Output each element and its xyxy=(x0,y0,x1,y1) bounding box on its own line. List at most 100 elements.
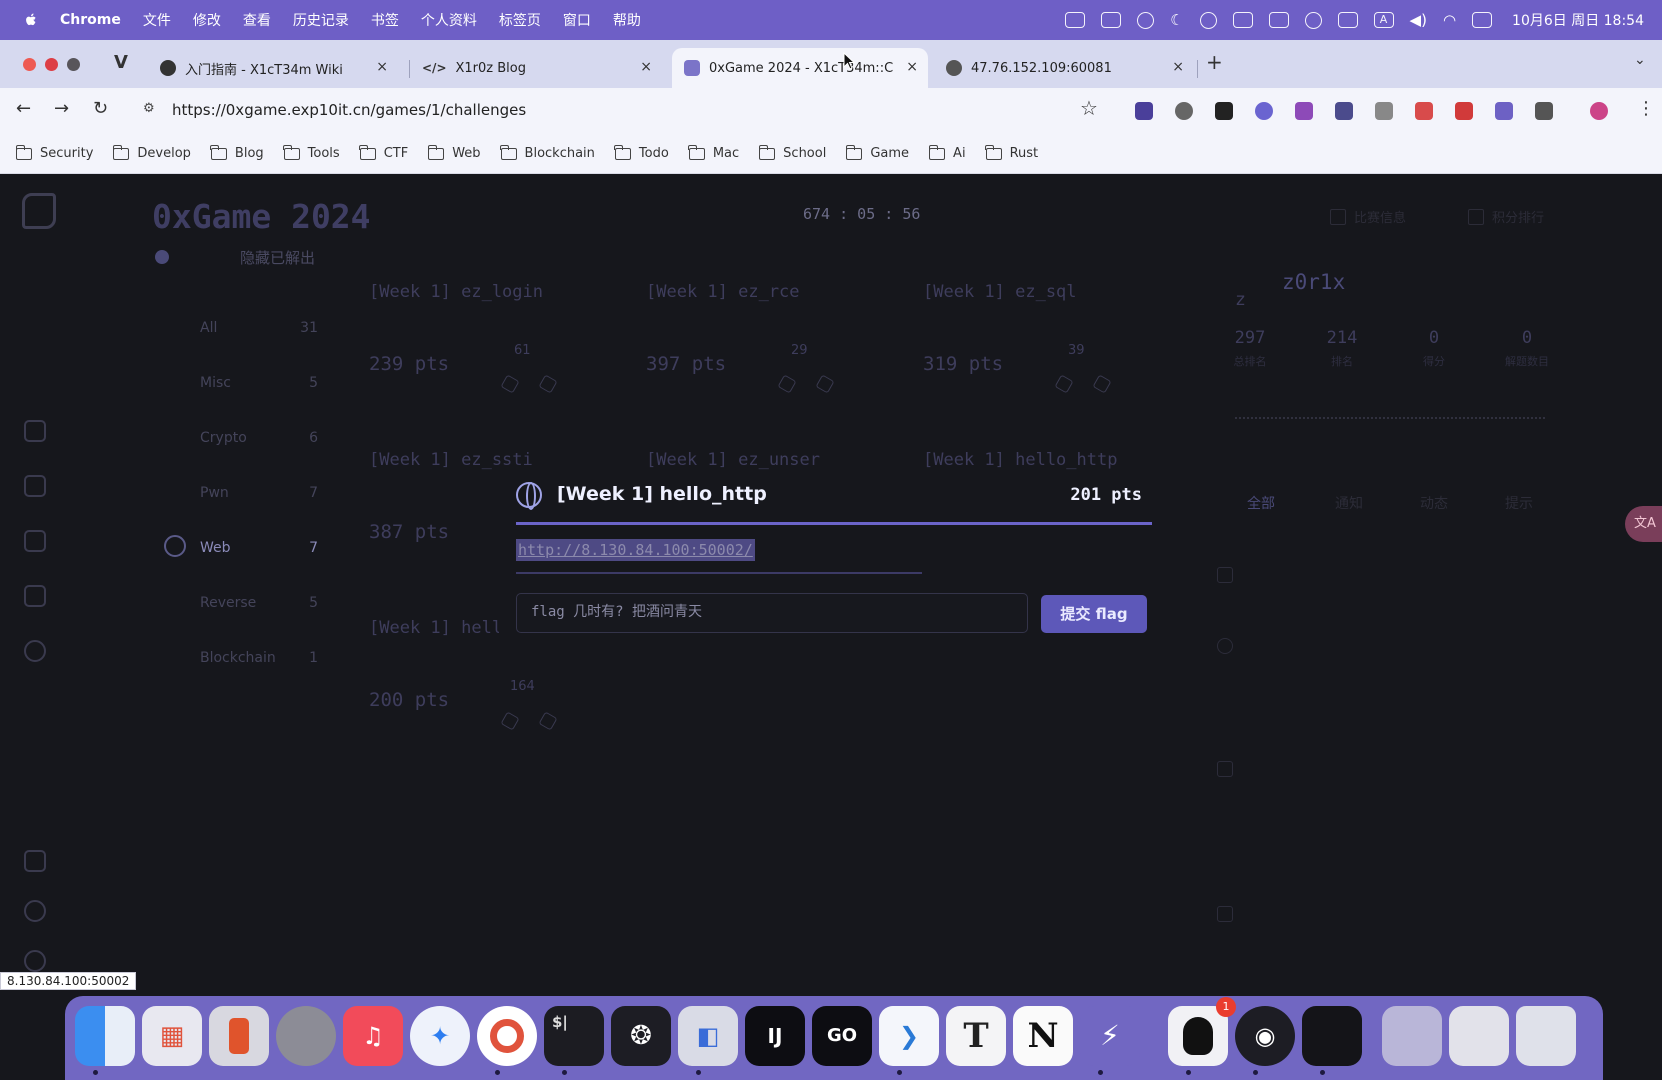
dock-screen-sharing[interactable]: ◧ xyxy=(678,1006,738,1066)
feed-tab-events[interactable]: 动态 xyxy=(1420,493,1448,513)
extensions-puzzle-icon[interactable] xyxy=(1535,102,1553,120)
bookmark-folder-game[interactable]: Game xyxy=(845,144,909,161)
extension-translate-icon[interactable] xyxy=(1415,102,1433,120)
menu-file[interactable]: 文件 xyxy=(143,10,171,30)
vivaldi-tab-icon[interactable]: V xyxy=(114,52,128,73)
activity-monitor-icon[interactable] xyxy=(1101,12,1122,28)
bookmark-folder-tools[interactable]: Tools xyxy=(283,144,340,161)
feed-tab-hints[interactable]: 提示 xyxy=(1505,493,1533,513)
flag-input[interactable]: flag 几时有? 把酒问青天 xyxy=(516,593,1028,633)
category-blockchain[interactable]: Blockchain 1 xyxy=(200,650,318,666)
profile-avatar[interactable] xyxy=(1590,102,1608,120)
tab-close-icon[interactable]: × xyxy=(906,59,918,75)
dock-console[interactable] xyxy=(1302,1006,1362,1066)
bookmark-folder-rust[interactable]: Rust xyxy=(985,144,1038,161)
feed-tab-notice[interactable]: 通知 xyxy=(1335,493,1363,513)
tab-47-76-152-109[interactable]: 47.76.152.109:60081 × xyxy=(934,48,1194,88)
dock-finder[interactable] xyxy=(75,1006,135,1066)
feed-tab-all[interactable]: 全部 xyxy=(1247,493,1275,513)
bookmark-folder-blockchain[interactable]: Blockchain xyxy=(500,144,595,161)
dock-goland[interactable]: GO xyxy=(812,1006,872,1066)
theme-sun-icon[interactable] xyxy=(24,900,46,922)
dock-reeder[interactable]: ⚡ xyxy=(1080,1006,1140,1066)
extension-mask-icon[interactable] xyxy=(1295,102,1313,120)
extension-cube-icon[interactable] xyxy=(1215,102,1233,120)
bookmark-star-icon[interactable]: ☆ xyxy=(1080,96,1098,120)
menu-bookmarks[interactable]: 书签 xyxy=(371,10,399,30)
nav-game-info[interactable]: 比赛信息 xyxy=(1330,207,1406,226)
tab-x1r0z-blog[interactable]: </> X1r0z Blog × xyxy=(410,48,662,88)
dock-launchpad[interactable]: ▦ xyxy=(142,1006,202,1066)
category-misc[interactable]: Misc 5 xyxy=(200,375,318,391)
bookmark-folder-todo[interactable]: Todo xyxy=(614,144,669,161)
dock-downloads[interactable] xyxy=(1382,1006,1442,1066)
control-center-icon[interactable] xyxy=(1472,12,1493,28)
menu-smile-icon[interactable] xyxy=(1304,11,1322,29)
dock-iphone-mirroring[interactable] xyxy=(209,1006,269,1066)
bookmark-folder-web[interactable]: Web xyxy=(427,144,481,161)
window-close-button[interactable] xyxy=(23,58,36,71)
dock-typora[interactable]: T xyxy=(946,1006,1006,1066)
tab-close-icon[interactable]: × xyxy=(1172,59,1184,75)
wifi-icon[interactable]: ◠ xyxy=(1443,11,1456,29)
bookmark-folder-ai[interactable]: Ai xyxy=(928,144,966,161)
hide-solved-toggle[interactable] xyxy=(155,250,169,264)
extension-ring-icon[interactable] xyxy=(1255,102,1273,120)
flag-icon[interactable] xyxy=(24,530,46,552)
info-icon[interactable] xyxy=(24,640,46,662)
team-icon[interactable] xyxy=(24,585,46,607)
bookmark-folder-mac[interactable]: Mac xyxy=(688,144,739,161)
reload-button[interactable]: ↻ xyxy=(93,98,108,119)
tab-x1ct34m-wiki[interactable]: 入门指南 - X1cT34m Wiki × xyxy=(148,48,398,88)
volume-icon[interactable]: ◀) xyxy=(1410,11,1427,29)
new-tab-button[interactable]: + xyxy=(1206,50,1223,74)
tab-search-button[interactable]: ⌄ xyxy=(1634,52,1646,68)
tab-close-icon[interactable]: × xyxy=(376,59,388,75)
language-icon[interactable] xyxy=(24,850,46,872)
bookmark-folder-school[interactable]: School xyxy=(758,144,826,161)
extension-vivaldi-icon[interactable] xyxy=(1335,102,1353,120)
dock-safari[interactable]: ✦ xyxy=(410,1006,470,1066)
challenge-card-hello[interactable]: [Week 1] hellc xyxy=(369,618,499,638)
menu-help[interactable]: 帮助 xyxy=(613,10,641,30)
category-pwn[interactable]: Pwn 7 xyxy=(200,485,318,501)
category-crypto[interactable]: Crypto 6 xyxy=(200,430,318,446)
window-minimize-button[interactable] xyxy=(45,58,58,71)
challenge-card-ez-rce[interactable]: [Week 1] ez_rce xyxy=(646,282,800,302)
apple-icon[interactable] xyxy=(22,11,40,29)
bookmark-folder-develop[interactable]: Develop xyxy=(112,144,191,161)
bookmark-folder-security[interactable]: Security xyxy=(15,144,93,161)
address-bar[interactable]: https://0xgame.exp10it.cn/games/1/challe… xyxy=(172,101,526,119)
window-zoom-button[interactable] xyxy=(67,58,80,71)
document-icon[interactable] xyxy=(24,475,46,497)
nav-scoreboard[interactable]: 积分排行 xyxy=(1468,207,1544,226)
site-info-icon[interactable]: ⚙ xyxy=(143,101,155,116)
bookmark-folder-ctf[interactable]: CTF xyxy=(359,144,408,161)
menu-profiles[interactable]: 个人资料 xyxy=(421,10,477,30)
dock-system-settings[interactable] xyxy=(276,1006,336,1066)
extension-vpn-icon[interactable] xyxy=(1175,102,1193,120)
category-all[interactable]: All 31 xyxy=(200,320,318,336)
dock-terminal[interactable]: $| xyxy=(544,1006,604,1066)
dock-chatgpt[interactable]: ❂ xyxy=(611,1006,671,1066)
dock-obs[interactable]: ◉ xyxy=(1235,1006,1295,1066)
menu-app-name[interactable]: Chrome xyxy=(60,12,121,28)
home-icon[interactable] xyxy=(24,420,46,442)
menu-view[interactable]: 查看 xyxy=(243,10,271,30)
vpn-icon[interactable] xyxy=(1199,11,1217,29)
challenge-card-hello-http[interactable]: [Week 1] hello_http xyxy=(923,450,1117,470)
tab-0xgame-2024[interactable]: 0xGame 2024 - X1cT34m::C × xyxy=(672,48,928,88)
dock-notion[interactable]: N xyxy=(1013,1006,1073,1066)
dock-screenshots[interactable] xyxy=(1449,1006,1509,1066)
user-avatar[interactable]: z xyxy=(1236,290,1245,310)
menu-clock[interactable]: 10月6日 周日 18:54 xyxy=(1512,10,1644,30)
challenge-card-ez-unser[interactable]: [Week 1] ez_unser xyxy=(646,450,820,470)
user-icon[interactable] xyxy=(24,950,46,972)
dock-chrome[interactable] xyxy=(477,1006,537,1066)
extension-shield-icon[interactable] xyxy=(1135,102,1153,120)
dock-music[interactable]: ♫ xyxy=(343,1006,403,1066)
display-icon[interactable] xyxy=(1337,12,1358,28)
back-button[interactable]: ← xyxy=(16,98,31,119)
challenge-card-ez-login[interactable]: [Week 1] ez_login xyxy=(369,282,543,302)
menu-edit[interactable]: 修改 xyxy=(193,10,221,30)
